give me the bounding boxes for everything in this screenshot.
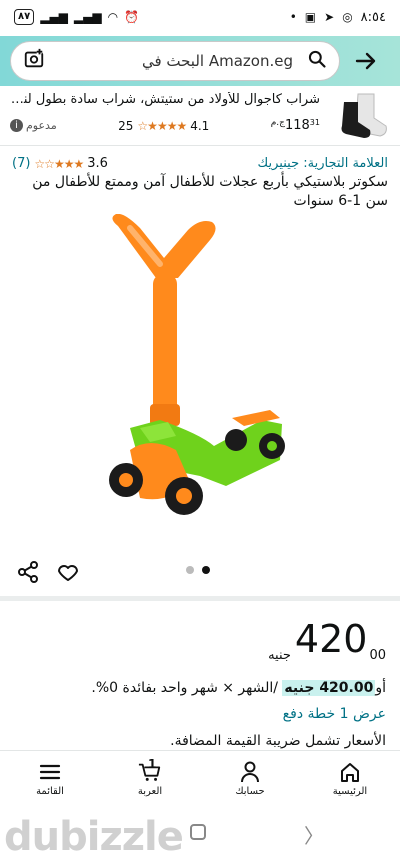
price-whole: 420	[294, 617, 368, 661]
cart-count: 1	[148, 756, 157, 771]
price-currency: جنيه	[268, 648, 291, 663]
bottom-nav: القائمة 1 العربة حسابك الرئيسية	[0, 750, 400, 806]
status-right: • ▣ ➤ ◎ ٨:٥٤	[290, 10, 386, 25]
battery-indicator: ٨٧	[14, 9, 35, 25]
dots-icon: •	[289, 10, 297, 24]
gallery-dot[interactable]	[186, 566, 194, 574]
sock-image[interactable]	[340, 92, 390, 140]
sponsored-review-count: 25	[118, 118, 134, 133]
whatsapp-icon: ◎	[342, 10, 353, 24]
gallery-pagination	[186, 566, 210, 574]
home-icon	[338, 761, 362, 783]
system-back-button[interactable]: 〉	[304, 820, 324, 849]
sponsored-price-currency: ج.م	[270, 118, 285, 128]
sponsored-title[interactable]: شراب كاجوال للأولاد من ستيتش، شراب سادة …	[10, 92, 320, 107]
installment-info: أو420.00 جنيه /الشهر × شهر واحد بفائدة 0…	[91, 680, 386, 696]
vat-note: الأسعار تشمل ضريبة القيمة المضافة.	[170, 733, 386, 749]
nav-menu[interactable]: القائمة	[10, 761, 90, 797]
search-input[interactable]: البحث في Amazon.eg	[10, 41, 340, 81]
status-left: ٨٧ ▂▄▆ ▂▄▆ ◠ ⏰	[14, 9, 139, 25]
brand-row: (7) ☆☆★★★ 3.6 العلامة التجارية: جينيريك	[12, 156, 388, 171]
installment-prefix: أو	[375, 680, 386, 696]
nav-cart[interactable]: 1 العربة	[110, 757, 190, 797]
nav-account[interactable]: حسابك	[210, 761, 290, 797]
nav-menu-label: القائمة	[36, 785, 64, 797]
sponsored-label-group: i مدعوم	[10, 119, 57, 132]
payment-plan-link[interactable]: عرض 1 خطة دفع	[283, 706, 386, 722]
gallery-dot-active[interactable]	[202, 566, 210, 574]
installment-suffix: /الشهر × شهر واحد بفائدة 0%.	[91, 680, 278, 696]
search-bar: البحث في Amazon.eg	[0, 36, 400, 86]
brand-link[interactable]: العلامة التجارية: جينيريك	[258, 156, 388, 171]
sponsored-rating-group: 25 ☆★★★★ 4.1	[118, 119, 209, 133]
nav-home[interactable]: الرئيسية	[310, 761, 390, 797]
watermark: dubizzle	[4, 814, 184, 860]
telegram-icon: ➤	[324, 10, 335, 24]
cart-icon: 1	[138, 757, 162, 783]
installment-amount: 420.00 جنيه	[282, 680, 376, 696]
sponsored-rating: 4.1	[190, 118, 210, 133]
section-divider	[0, 596, 400, 601]
system-nav-bar: dubizzle 〉	[0, 806, 400, 860]
sponsored-price: ج.م 118 31	[271, 118, 320, 133]
share-icon[interactable]	[16, 560, 40, 584]
sponsored-price-fraction: 31	[309, 118, 320, 127]
menu-icon	[38, 761, 62, 783]
camera-search-icon[interactable]	[23, 48, 45, 74]
sponsored-price-whole: 118	[284, 118, 310, 133]
sponsored-product[interactable]: شراب كاجوال للأولاد من ستيتش، شراب سادة …	[0, 88, 400, 146]
sponsored-stars: ☆★★★★	[137, 118, 187, 133]
image-icon: ▣	[304, 10, 317, 24]
signal-icon-2: ▂▄▆	[73, 10, 102, 24]
sponsored-meta: i مدعوم 25 ☆★★★★ 4.1 ج.م 118 31	[10, 118, 320, 133]
user-icon	[238, 761, 262, 783]
signal-icon: ▂▄▆	[40, 10, 68, 24]
wishlist-heart-icon[interactable]	[56, 560, 80, 584]
product-review-count[interactable]: (7)	[12, 156, 30, 171]
nav-account-label: حسابك	[235, 785, 265, 797]
sponsored-label: مدعوم	[26, 119, 57, 132]
price-fraction: 00	[369, 648, 386, 663]
search-icon[interactable]	[307, 49, 327, 73]
nav-cart-label: العربة	[137, 785, 163, 797]
search-placeholder: البحث في Amazon.eg	[141, 52, 293, 70]
status-bar: ٨٧ ▂▄▆ ▂▄▆ ◠ ⏰ • ▣ ➤ ◎ ٨:٥٤	[0, 0, 400, 34]
system-home-button[interactable]	[190, 824, 206, 840]
product-stars: ☆☆★★★	[34, 156, 84, 171]
product-rating-value: 3.6	[87, 156, 108, 171]
price-block: جنيه 420 00	[268, 618, 386, 663]
nav-home-label: الرئيسية	[332, 785, 368, 797]
product-image[interactable]	[0, 213, 400, 554]
alarm-icon: ⏰	[124, 10, 140, 24]
product-info: (7) ☆☆★★★ 3.6 العلامة التجارية: جينيريك …	[0, 152, 400, 215]
info-icon: i	[10, 119, 23, 132]
product-rating[interactable]: (7) ☆☆★★★ 3.6	[12, 156, 108, 171]
status-time: ٨:٥٤	[360, 9, 386, 25]
wifi-icon: ◠	[107, 10, 119, 24]
forward-arrow-icon[interactable]	[346, 41, 386, 81]
product-title: سكوتر بلاستيكي بأربع عجلات للأطفال آمن و…	[32, 174, 388, 209]
